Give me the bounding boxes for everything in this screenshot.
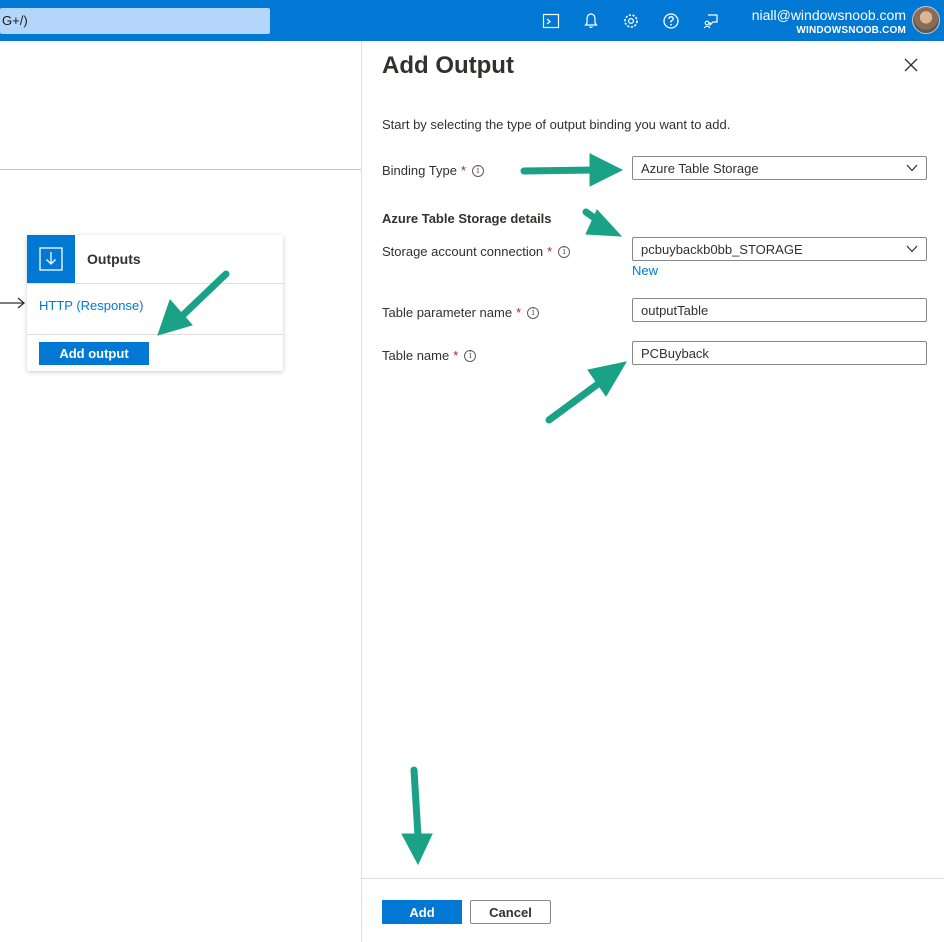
help-icon[interactable]: [659, 9, 683, 33]
binding-type-value: Azure Table Storage: [641, 160, 759, 176]
connector-arrow-icon: [0, 297, 26, 309]
output-download-icon: [27, 235, 75, 283]
table-param-label: Table parameter name * i: [382, 305, 540, 320]
search-input[interactable]: G+/): [0, 8, 270, 34]
label-text: Storage account connection: [382, 244, 544, 259]
storage-connection-dropdown[interactable]: pcbuybackb0bb_STORAGE: [632, 237, 927, 261]
add-output-button[interactable]: Add output: [39, 342, 149, 365]
table-param-value: outputTable: [641, 302, 709, 318]
required-marker: *: [460, 163, 466, 178]
intro-text: Start by selecting the type of output bi…: [382, 117, 731, 132]
top-bar: G+/) niall@windowsnoob.com WINDOWSNOOB.C…: [0, 0, 944, 41]
info-icon[interactable]: i: [464, 349, 477, 362]
info-icon[interactable]: i: [527, 306, 540, 319]
divider: [362, 878, 944, 879]
table-name-value: PCBuyback: [641, 345, 709, 361]
info-icon[interactable]: i: [472, 164, 484, 177]
add-output-panel: Add Output Start by selecting the type o…: [361, 41, 944, 942]
avatar[interactable]: [912, 6, 940, 34]
outputs-card: Outputs HTTP (Response) Add output: [27, 235, 283, 371]
http-response-link[interactable]: HTTP (Response): [39, 298, 144, 313]
chevron-down-icon: [906, 164, 918, 172]
label-text: Table name: [382, 348, 450, 363]
card-title: Outputs: [87, 251, 141, 267]
panel-title: Add Output: [382, 52, 514, 79]
required-marker: *: [453, 348, 459, 363]
close-icon[interactable]: [902, 56, 920, 74]
search-text: G+/): [2, 13, 28, 28]
table-name-input[interactable]: PCBuyback: [632, 341, 927, 365]
divider: [27, 334, 283, 335]
binding-type-label: Binding Type * i: [382, 163, 484, 178]
settings-icon[interactable]: [619, 9, 643, 33]
cloud-shell-icon[interactable]: [539, 9, 563, 33]
user-name[interactable]: niall@windowsnoob.com: [752, 7, 906, 23]
storage-connection-value: pcbuybackb0bb_STORAGE: [641, 241, 803, 257]
new-connection-link[interactable]: New: [632, 263, 658, 278]
info-icon[interactable]: i: [558, 245, 571, 258]
chevron-down-icon: [906, 245, 918, 253]
label-text: Binding Type: [382, 163, 457, 178]
label-text: Table parameter name: [382, 305, 513, 320]
section-heading: Azure Table Storage details: [382, 211, 552, 226]
required-marker: *: [547, 244, 553, 259]
required-marker: *: [516, 305, 522, 320]
notifications-icon[interactable]: [579, 9, 603, 33]
user-tenant[interactable]: WINDOWSNOOB.COM: [796, 25, 906, 36]
divider: [27, 283, 283, 284]
table-param-input[interactable]: outputTable: [632, 298, 927, 322]
cancel-button[interactable]: Cancel: [470, 900, 551, 924]
table-name-label: Table name * i: [382, 348, 477, 363]
feedback-icon[interactable]: [699, 9, 723, 33]
binding-type-dropdown[interactable]: Azure Table Storage: [632, 156, 927, 180]
add-button[interactable]: Add: [382, 900, 462, 924]
divider: [0, 169, 361, 170]
storage-connection-label: Storage account connection * i: [382, 244, 571, 259]
